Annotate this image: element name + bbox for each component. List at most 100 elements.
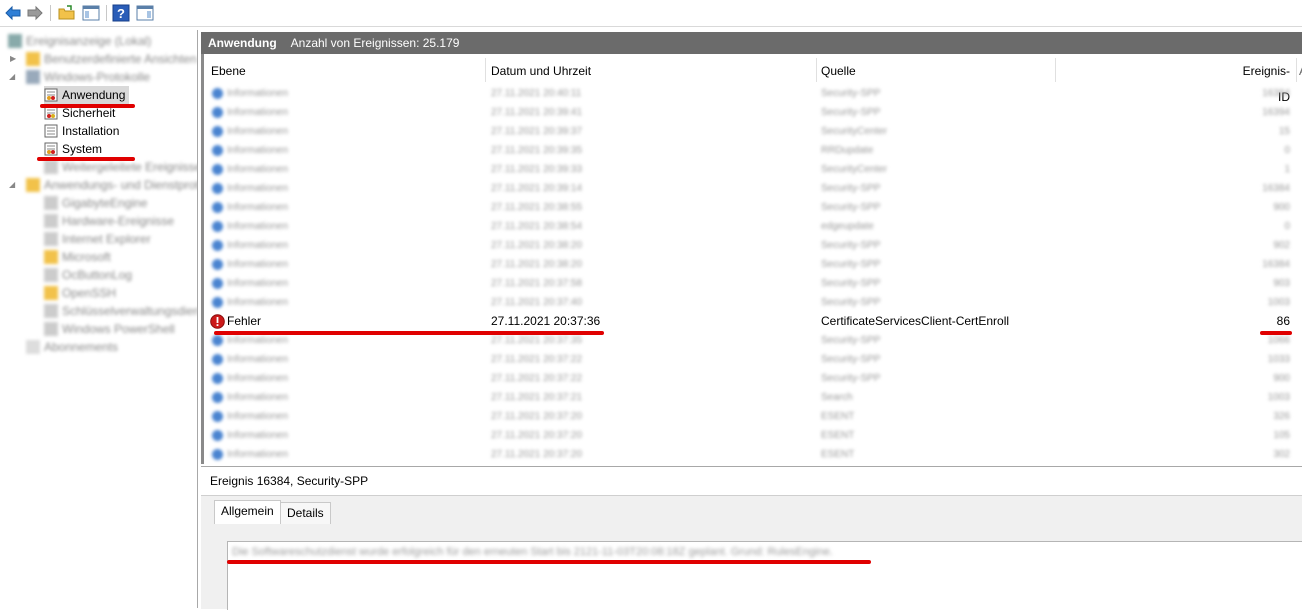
event-source: ESENT [821, 430, 855, 441]
tree-item-installation[interactable]: Installation [44, 122, 119, 140]
event-list: Ebene Datum und Uhrzeit Quelle Ereignis-… [201, 54, 1302, 464]
open-folder-icon[interactable] [58, 4, 76, 22]
event-source: Security-SPP [821, 354, 881, 365]
event-id: 1003 [1267, 297, 1290, 308]
event-id: 0 [1284, 145, 1290, 156]
subscriptions-icon [26, 340, 40, 354]
tree-windows-logs[interactable]: Windows-Protokolle [26, 68, 150, 86]
event-row[interactable]: Informationen 27.11.2021 20:37:40 Security… [204, 293, 1302, 312]
event-row[interactable]: Informationen 27.11.2021 20:39:35 RRDupdat… [204, 141, 1302, 160]
event-row[interactable]: Informationen 27.11.2021 20:38:20 Security… [204, 255, 1302, 274]
tree-item-app-log[interactable]: Internet Explorer [44, 230, 151, 248]
event-source: SecurityCenter [821, 164, 888, 175]
event-id: 16384 [1262, 259, 1290, 270]
annotation-underline [227, 560, 871, 564]
event-source: Security-SPP [821, 202, 881, 213]
tree-item-app-log[interactable]: Windows PowerShell [44, 320, 175, 338]
tree-item-app-folder[interactable]: Microsoft [44, 248, 111, 266]
info-icon [212, 392, 223, 403]
detail-description-box[interactable]: Die Softwareschutzdienst wurde erfolgrei… [227, 541, 1302, 610]
error-icon [210, 314, 225, 329]
info-icon [212, 278, 223, 289]
collapse-arrow-icon[interactable]: ◢ [9, 180, 15, 189]
column-header-event-id[interactable]: Ereignis-ID [1234, 58, 1290, 104]
show-hide-tree-icon[interactable] [82, 4, 100, 22]
detail-title-bar: Ereignis 16384, Security-SPP [201, 467, 1302, 496]
expand-arrow-icon[interactable]: ▶ [10, 54, 16, 63]
event-id: 16384 [1262, 183, 1290, 194]
event-row[interactable]: Informationen 27.11.2021 20:38:54 edgeupda… [204, 217, 1302, 236]
event-row[interactable]: Informationen 27.11.2021 20:40:11 Security… [204, 84, 1302, 103]
tree-item-app-log[interactable]: Hardware-Ereignisse [44, 212, 174, 230]
event-detail-panel: Ereignis 16384, Security-SPP Allgemein D… [201, 466, 1302, 610]
event-row[interactable]: Informationen 27.11.2021 20:37:20 ESENT 302 [204, 445, 1302, 464]
event-row[interactable]: Informationen 27.11.2021 20:37:22 Security… [204, 369, 1302, 388]
tree-panel: Ereignisanzeige (Lokal) ▶ Benutzerdefini… [0, 30, 198, 608]
tab-allgemein[interactable]: Allgemein [214, 500, 281, 524]
collapse-arrow-icon[interactable]: ◢ [9, 72, 15, 81]
log-security-icon [44, 106, 58, 120]
event-row[interactable]: Informationen 27.11.2021 20:37:58 Security… [204, 274, 1302, 293]
column-header-level[interactable]: Ebene [211, 58, 246, 84]
event-row[interactable]: Informationen 27.11.2021 20:37:20 ESENT 105 [204, 426, 1302, 445]
event-datetime: 27.11.2021 20:37:40 [491, 297, 583, 308]
column-header-datetime[interactable]: Datum und Uhrzeit [491, 58, 592, 84]
event-datetime: 27.11.2021 20:37:58 [491, 278, 583, 289]
event-row[interactable]: Informationen 27.11.2021 20:38:20 Security… [204, 236, 1302, 255]
event-id: 105 [1273, 430, 1290, 441]
event-row[interactable]: Informationen 27.11.2021 20:37:21 Search 10… [204, 388, 1302, 407]
event-datetime: 27.11.2021 20:39:41 [491, 107, 583, 118]
event-source: Security-SPP [821, 335, 881, 346]
forward-icon[interactable] [26, 4, 44, 22]
tree-item-app-log[interactable]: Schlüsselverwaltungsdienst [44, 302, 197, 320]
tree-item-system[interactable]: System [44, 140, 102, 158]
tree-item-app-folder[interactable]: OpenSSH [44, 284, 116, 302]
tree-root[interactable]: Ereignisanzeige (Lokal) [8, 32, 151, 50]
event-row[interactable]: Informationen 27.11.2021 20:39:37 Security… [204, 122, 1302, 141]
event-source: Security-SPP [821, 373, 881, 384]
info-icon [212, 88, 223, 99]
log-icon [44, 196, 58, 210]
show-hide-action-icon[interactable] [136, 4, 154, 22]
help-icon[interactable]: ? [112, 4, 130, 22]
event-source: Security-SPP [821, 278, 881, 289]
event-row-error[interactable]: Fehler 27.11.2021 20:37:36 CertificateSe… [204, 312, 1302, 331]
tree-item-app-log[interactable]: OcButtonLog [44, 266, 132, 284]
event-id: 16384 [1262, 88, 1290, 99]
event-datetime: 27.11.2021 20:39:37 [491, 126, 583, 137]
info-icon [212, 183, 223, 194]
event-row[interactable]: Informationen 27.11.2021 20:38:55 Security… [204, 198, 1302, 217]
event-datetime: 27.11.2021 20:37:20 [491, 411, 583, 422]
event-level: Informationen [227, 221, 289, 232]
tree-item-app-log[interactable]: GigabyteEngine [44, 194, 147, 212]
annotation-underline [1260, 331, 1292, 335]
tree-subscriptions[interactable]: Abonnements [26, 338, 118, 356]
column-header-source[interactable]: Quelle [821, 58, 856, 84]
event-row[interactable]: Informationen 27.11.2021 20:39:41 Security… [204, 103, 1302, 122]
event-row[interactable]: Informationen 27.11.2021 20:37:22 Security… [204, 350, 1302, 369]
event-row[interactable]: Informationen 27.11.2021 20:37:20 ESENT 326 [204, 407, 1302, 426]
log-icon [44, 160, 58, 174]
toolbar: ? [0, 0, 1302, 27]
log-header-bar: Anwendung Anzahl von Ereignissen: 25.179 [201, 32, 1302, 54]
event-row[interactable]: Informationen 27.11.2021 20:39:33 Security… [204, 160, 1302, 179]
event-source: Security-SPP [821, 240, 881, 251]
event-level: Informationen [227, 126, 289, 137]
tree-apps-services[interactable]: Anwendungs- und Dienstprotokolle [26, 176, 197, 194]
event-row[interactable]: Informationen 27.11.2021 20:39:14 Security… [204, 179, 1302, 198]
event-id: 302 [1273, 449, 1290, 460]
back-icon[interactable] [4, 4, 22, 22]
tree-item-anwendung[interactable]: Anwendung [44, 86, 130, 104]
detail-title: Ereignis 16384, Security-SPP [210, 474, 369, 488]
event-id: 86 [1276, 314, 1290, 328]
tree-custom-views[interactable]: Benutzerdefinierte Ansichten [26, 50, 197, 68]
info-icon [212, 411, 223, 422]
info-icon [212, 449, 223, 460]
folder-icon [26, 70, 40, 84]
info-icon [212, 335, 223, 346]
event-source: Security-SPP [821, 107, 881, 118]
event-level: Informationen [227, 278, 289, 289]
event-source: Security-SPP [821, 88, 881, 99]
tab-details[interactable]: Details [280, 502, 331, 524]
event-datetime: 27.11.2021 20:37:22 [491, 354, 583, 365]
